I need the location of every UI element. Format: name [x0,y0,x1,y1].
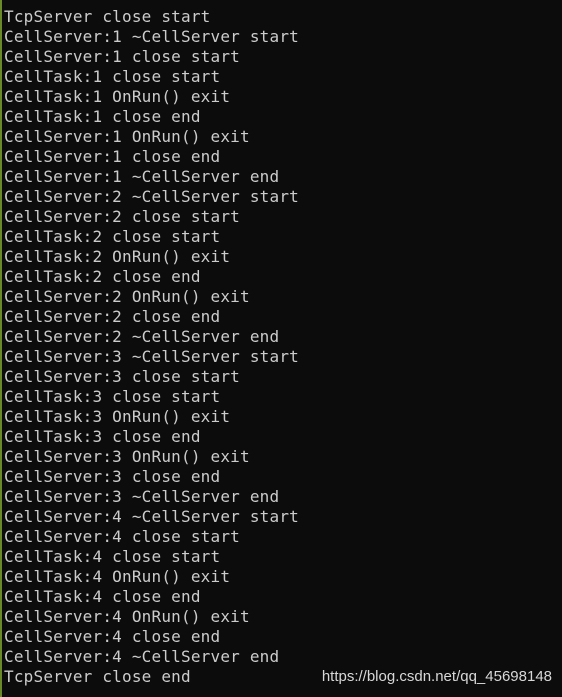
console-line: CellServer:3 ~CellServer end [4,487,280,506]
console-line: CellTask:3 OnRun() exit [4,407,231,426]
console-line: CellServer:4 close end [4,627,221,646]
console-line: CellTask:2 OnRun() exit [4,247,231,266]
console-line: CellServer:1 close end [4,147,221,166]
console-line: CellServer:2 ~CellServer end [4,327,280,346]
console-line: CellTask:3 close end [4,427,201,446]
console-line: CellServer:3 OnRun() exit [4,447,250,466]
console-line: CellTask:4 OnRun() exit [4,567,231,586]
console-line: CellServer:1 OnRun() exit [4,127,250,146]
console-line: CellTask:2 close end [4,267,201,286]
console-line: CellServer:1 close start [4,47,240,66]
console-line: CellTask:1 close start [4,67,221,86]
console-line: CellServer:2 close end [4,307,221,326]
console-output: TcpServer close start CellServer:1 ~Cell… [4,7,299,687]
console-line: CellTask:1 close end [4,107,201,126]
console-line: CellServer:4 ~CellServer start [4,507,299,526]
console-line: CellServer:1 ~CellServer start [4,27,299,46]
console-line: CellServer:4 ~CellServer end [4,647,280,666]
console-line: CellTask:2 close start [4,227,221,246]
console-line: CellServer:2 close start [4,207,240,226]
console-window: TcpServer close start CellServer:1 ~Cell… [0,0,562,697]
console-line: CellTask:4 close end [4,587,201,606]
console-line: CellServer:4 OnRun() exit [4,607,250,626]
console-line: CellTask:1 OnRun() exit [4,87,231,106]
console-line: CellServer:1 ~CellServer end [4,167,280,186]
console-line: TcpServer close start [4,7,211,26]
watermark: https://blog.csdn.net/qq_45698148 [321,668,552,685]
console-line: CellServer:2 ~CellServer start [4,187,299,206]
console-line: CellServer:3 ~CellServer start [4,347,299,366]
console-line: CellServer:4 close start [4,527,240,546]
console-line: CellTask:4 close start [4,547,221,566]
console-line: CellTask:3 close start [4,387,221,406]
console-line: CellServer:3 close start [4,367,240,386]
console-line: CellServer:2 OnRun() exit [4,287,250,306]
console-line: TcpServer close end [4,667,191,686]
console-line: CellServer:3 close end [4,467,221,486]
